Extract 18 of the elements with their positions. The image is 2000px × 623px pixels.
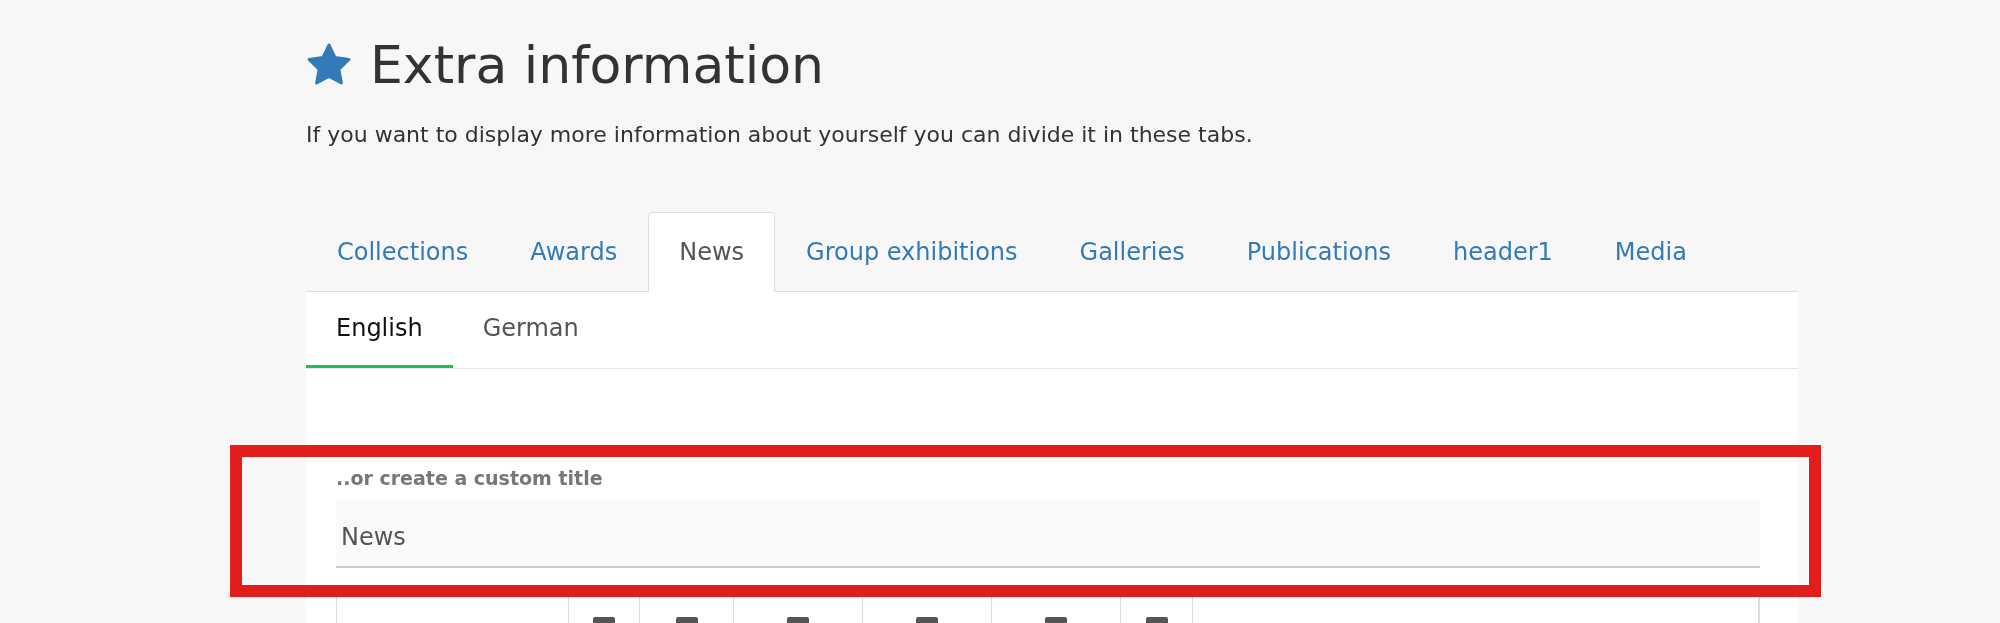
tab[interactable]: News: [648, 212, 776, 292]
language-tab[interactable]: English: [306, 292, 453, 368]
input-field[interactable]: News: [336, 500, 1760, 568]
tab[interactable]: Media: [1583, 212, 1718, 291]
page-description: If you want to display more information about yourself you can divide it in these tabs.: [306, 121, 1254, 149]
tab[interactable]: Group exhibitions: [775, 212, 1049, 291]
tab[interactable]: Publications: [1215, 212, 1422, 291]
toolbar-icon[interactable]: [675, 617, 698, 623]
toolbar-icon[interactable]: [1145, 617, 1168, 623]
tab[interactable]: Collections: [306, 212, 500, 291]
tab[interactable]: Galleries: [1048, 212, 1216, 291]
language-tab[interactable]: German: [452, 292, 609, 368]
tab[interactable]: Awards: [499, 212, 649, 291]
toolbar-icon[interactable]: [915, 617, 938, 623]
field-label: ..or create a custom title: [336, 466, 603, 490]
tab[interactable]: header1: [1422, 212, 1584, 291]
toolbar-icon[interactable]: [1045, 617, 1068, 623]
page-title: Extra information: [370, 34, 824, 97]
